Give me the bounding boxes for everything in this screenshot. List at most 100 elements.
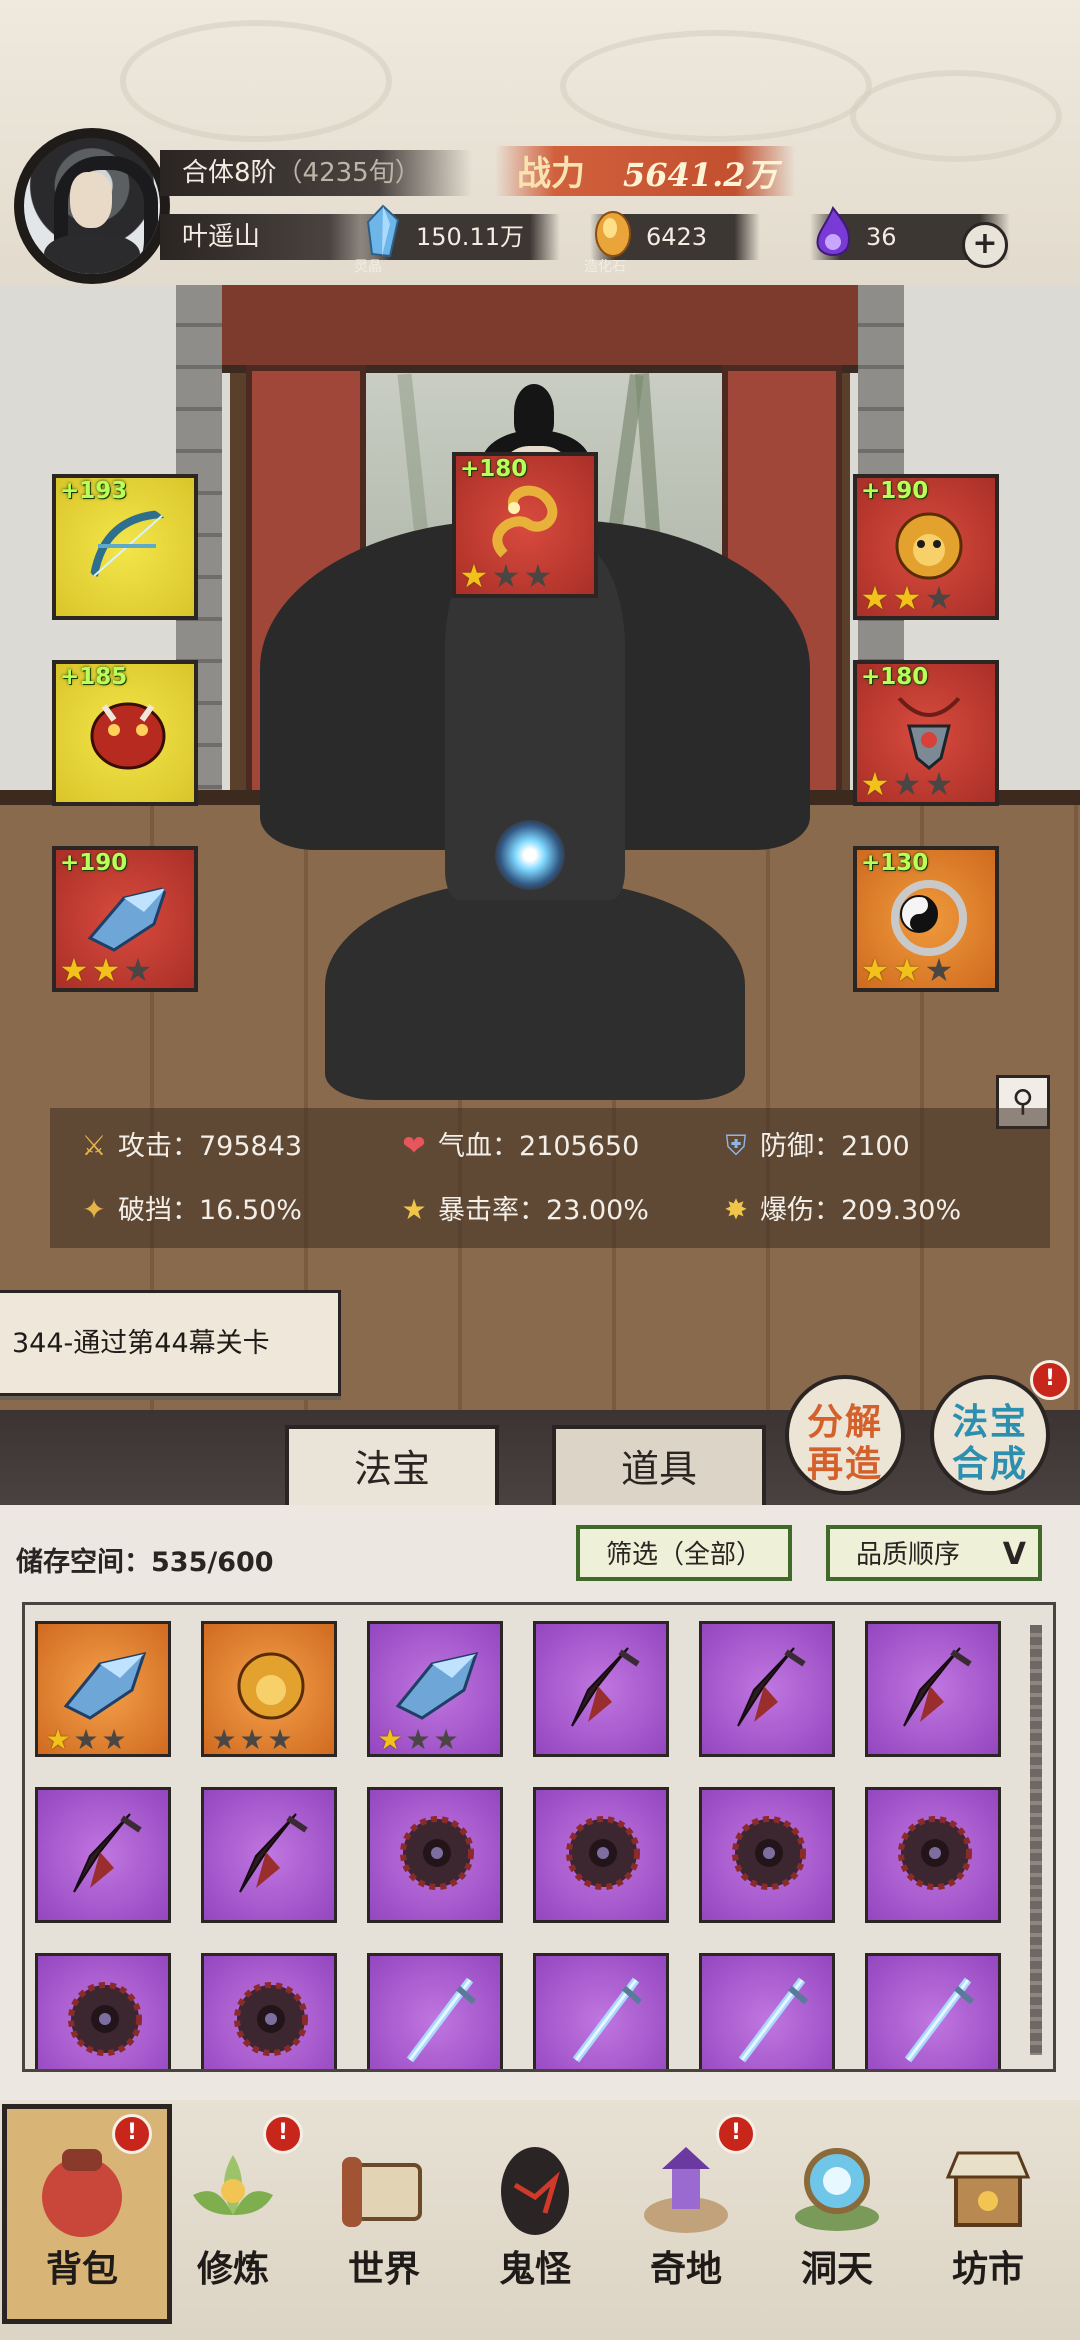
stat-crit-damage-text: 爆伤：209.30% [760,1195,962,1226]
nav-item-bag[interactable]: 背包! [2,2104,172,2330]
decompose-button[interactable]: 分解 再造 [785,1375,905,1495]
ice-sword-icon [406,1977,476,2063]
stat-hp: ❤ 气血：2105650 [396,1126,639,1166]
inventory-item[interactable] [35,1953,171,2069]
shield-icon: ⛨ [725,1129,747,1162]
equip-slot-right-1[interactable]: +190 ★ ★ ★ [853,474,999,620]
synthesize-button[interactable]: 法宝 合成 [930,1375,1050,1495]
tab-bar [0,1410,1080,1505]
lion-beast-icon [237,1652,305,1720]
demon-armor-icon [90,702,166,770]
storage-capacity: 储存空间：535/600 [16,1547,274,1578]
scroll-icon [342,2157,422,2227]
inventory-item[interactable] [35,1787,171,1923]
inventory-item[interactable] [201,1787,337,1923]
ice-sword-icon [572,1977,642,2063]
inventory-item[interactable]: ★ ★ ★ [201,1621,337,1757]
tab-magic-treasure[interactable]: 法宝 [285,1425,499,1511]
synthesize-label-2: 合成 [951,1443,1028,1485]
star-rating: ★ ★ ★ [59,951,153,989]
nav-item-scroll[interactable]: 世界 [314,2110,454,2330]
add-resource-button[interactable]: + [962,222,1008,268]
inventory-grid[interactable]: ★ ★ ★ ★ ★ ★ ★ ★ ★ [22,1602,1056,2072]
equip-slot-left-3[interactable]: +190 ★ ★ ★ [52,846,198,992]
stat-defense: ⛨ 防御：2100 [718,1126,909,1166]
inventory-item[interactable] [533,1787,669,1923]
nav-item-pagoda[interactable]: 奇地! [616,2110,756,2330]
lion-beast-icon [895,512,963,580]
inventory-item[interactable] [533,1953,669,2069]
nav-item-demon-egg[interactable]: 鬼怪 [465,2110,605,2330]
player-name: 叶遥山 [182,222,261,252]
inventory-item[interactable] [699,1621,835,1757]
inventory-scrollbar[interactable] [1030,1625,1042,2055]
demon-egg-icon [501,2147,569,2235]
nav-label: 世界 [347,2248,420,2290]
spiked-wheel-icon [400,1816,474,1890]
stat-crit-rate: ★ 暴击率：23.00% [396,1190,649,1230]
inventory-item[interactable]: ★ ★ ★ [367,1621,503,1757]
dark-blade-icon [903,1647,972,1727]
realm-label: 合体8阶 [182,158,277,188]
equip-bonus: +180 [861,664,929,690]
nav-label: 背包 [45,2248,118,2290]
spiked-wheel-icon [234,1982,308,2056]
crit-damage-icon: ✸ [724,1193,748,1226]
star-rating: ★ ★ ★ [860,951,954,989]
quest-scroll[interactable]: 344-通过第44幕关卡 [0,1290,341,1396]
nav-item-market[interactable]: 坊市 [918,2110,1058,2330]
sort-dropdown[interactable]: 品质顺序 V [826,1525,1042,1581]
equip-slot-top-center[interactable]: +180 ★ ★ ★ [452,452,598,598]
sword-icon: ⚔ [81,1129,107,1162]
inventory-item[interactable] [533,1621,669,1757]
star-rating: ★ ★ ★ [860,765,954,803]
equip-slot-right-2[interactable]: +180 ★ ★ ★ [853,660,999,806]
inventory-item[interactable] [699,1787,835,1923]
sort-label: 品质顺序 [856,1540,961,1570]
decompose-label-2: 再造 [806,1443,883,1485]
nav-item-lotus[interactable]: 修炼! [163,2110,303,2330]
dark-blade-icon [571,1647,640,1727]
crit-icon: ★ [401,1193,427,1226]
stat-crit-rate-text: 暴击率：23.00% [438,1195,649,1226]
inventory-item[interactable] [865,1621,1001,1757]
ice-sword-icon [904,1977,974,2063]
star-rating: ★ ★ ★ [377,1723,459,1756]
dark-blade-icon [73,1813,142,1893]
equip-bonus: +130 [861,850,929,876]
inventory-item[interactable]: ★ ★ ★ [35,1621,171,1757]
realm-bar: 合体8阶（4235旬） [160,150,472,196]
filter-button[interactable]: 筛选（全部） [576,1525,792,1581]
stat-crit-damage: ✸ 爆伤：209.30% [718,1190,961,1230]
ice-sword-icon [738,1977,808,2063]
golden-dragon-icon [492,485,558,558]
stat-attack-text: 攻击：795843 [118,1131,303,1162]
inventory-item[interactable] [865,1787,1001,1923]
stat-break: ✦ 破挡：16.50% [76,1190,302,1230]
inventory-item[interactable] [367,1953,503,2069]
quest-text: 344-通过第44幕关卡 [12,1328,270,1359]
avatar[interactable] [24,138,160,274]
creation-stone-value: 6423 [646,223,708,251]
spiked-wheel-icon [68,1982,142,2056]
nav-alert-badge: ! [716,2114,756,2154]
synthesize-alert-badge: ! [1030,1360,1070,1400]
tab-items[interactable]: 道具 [552,1425,766,1511]
spiked-wheel-icon [732,1816,806,1890]
inventory-item[interactable] [699,1953,835,2069]
inventory-item[interactable] [367,1787,503,1923]
inventory-item[interactable] [201,1953,337,2069]
equip-slot-left-1[interactable]: +193 [52,474,198,620]
nav-alert-badge: ! [263,2114,303,2154]
nav-item-portal[interactable]: 洞天 [767,2110,907,2330]
spirit-crystal-caption: 灵晶 [354,259,382,275]
star-rating: ★ ★ ★ [459,557,553,595]
nav-label: 奇地 [649,2248,722,2290]
equip-bonus: +180 [460,456,528,482]
inventory-item[interactable] [865,1953,1001,2069]
equip-slot-left-2[interactable]: +185 [52,660,198,806]
resource-creation-stone: 6423 造化石 [584,211,760,275]
spiked-wheel-icon [898,1816,972,1890]
equip-slot-right-3[interactable]: +130 ★ ★ ★ [853,846,999,992]
equip-bonus: +185 [60,664,128,690]
